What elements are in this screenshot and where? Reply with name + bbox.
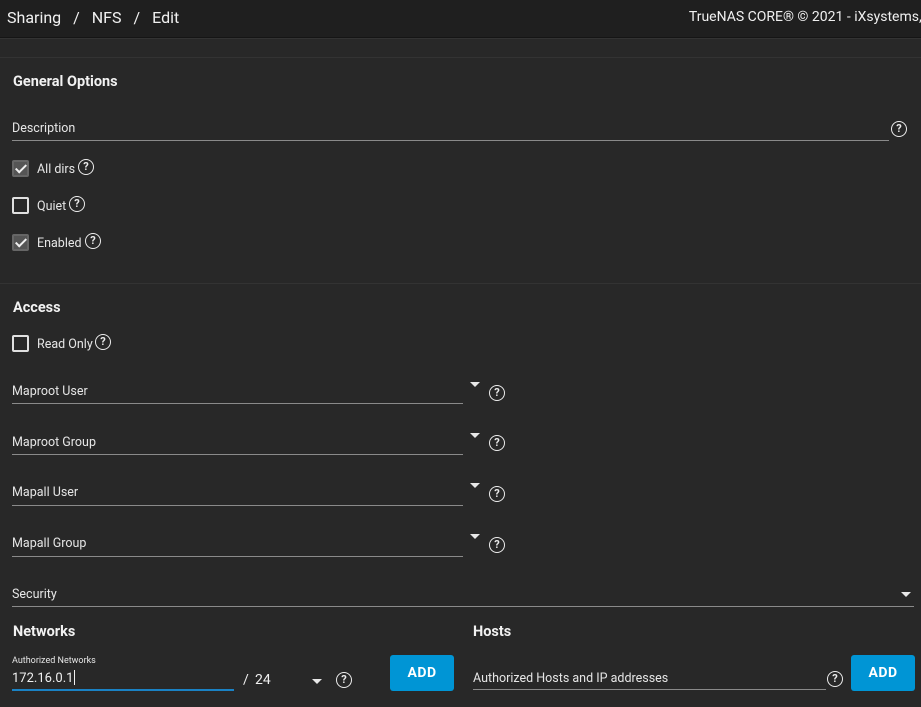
maproot-user-label: Maproot User [12, 384, 88, 399]
copyright-text[interactable]: TrueNAS CORE® © 2021 - iXsystems, I [689, 9, 921, 25]
caret-down-icon[interactable] [470, 534, 480, 539]
authorized-networks-label: Authorized Networks [12, 656, 96, 666]
section-divider [0, 57, 921, 58]
security-select[interactable] [12, 606, 914, 607]
breadcrumb-separator: / [73, 8, 80, 27]
authorized-hosts-label: Authorized Hosts and IP addresses [473, 671, 669, 686]
text-cursor [74, 670, 76, 685]
help-circle-icon[interactable] [891, 121, 907, 137]
mapall-group-label: Mapall Group [12, 536, 87, 551]
caret-down-icon[interactable] [470, 433, 480, 438]
networks-title: Networks [13, 623, 76, 640]
help-circle-icon[interactable] [95, 334, 111, 350]
caret-down-icon[interactable] [470, 483, 480, 488]
mapall-group-select[interactable] [12, 556, 463, 557]
help-circle-icon[interactable] [827, 671, 843, 687]
readonly-checkbox[interactable] [12, 335, 29, 352]
netmask-slash: / [243, 672, 249, 688]
help-circle-icon[interactable] [489, 385, 505, 401]
help-circle-icon[interactable] [85, 233, 101, 249]
alldirs-checkbox[interactable] [12, 160, 29, 177]
caret-down-icon[interactable] [312, 679, 322, 684]
breadcrumb-edit: Edit [152, 8, 180, 27]
help-circle-icon[interactable] [489, 537, 505, 553]
add-network-button[interactable]: ADD [390, 655, 454, 691]
description-label: Description [12, 121, 76, 136]
netmask-value[interactable]: 24 [255, 672, 271, 688]
help-circle-icon[interactable] [489, 435, 505, 451]
access-title: Access [13, 299, 61, 316]
maproot-user-select[interactable] [12, 403, 463, 404]
quiet-label: Quiet [37, 199, 67, 214]
mapall-user-select[interactable] [12, 505, 463, 506]
help-circle-icon[interactable] [489, 486, 505, 502]
enabled-label: Enabled [37, 236, 82, 251]
general-options-title: General Options [13, 73, 118, 90]
breadcrumb-separator: / [133, 8, 141, 27]
hosts-title: Hosts [473, 623, 512, 640]
breadcrumb-sharing[interactable]: Sharing [7, 8, 61, 27]
authorized-networks-value: 172.16.0.1 [12, 671, 74, 686]
description-input[interactable] [12, 140, 889, 141]
authorized-networks-underline [12, 689, 234, 691]
security-label: Security [12, 587, 57, 602]
maproot-group-label: Maproot Group [12, 435, 96, 450]
breadcrumb: Sharing / NFS / Edit [7, 8, 179, 27]
section-divider [0, 283, 921, 284]
help-circle-icon[interactable] [336, 672, 352, 688]
enabled-checkbox[interactable] [12, 234, 29, 251]
caret-down-icon[interactable] [470, 382, 480, 387]
help-circle-icon[interactable] [69, 196, 85, 212]
alldirs-label: All dirs [37, 162, 76, 177]
add-host-button[interactable]: ADD [851, 655, 915, 691]
top-bar: Sharing / NFS / Edit TrueNAS CORE® © 2021 - … [0, 0, 921, 38]
authorized-networks-input[interactable]: 172.16.0.1 [12, 670, 76, 686]
maproot-group-select[interactable] [12, 454, 463, 455]
breadcrumb-nfs[interactable]: NFS [92, 8, 122, 27]
readonly-label: Read Only [37, 337, 93, 352]
mapall-user-label: Mapall User [12, 485, 79, 500]
quiet-checkbox[interactable] [12, 197, 29, 214]
caret-down-icon[interactable] [901, 592, 911, 597]
authorized-hosts-input[interactable] [473, 689, 826, 690]
help-circle-icon[interactable] [78, 159, 94, 175]
